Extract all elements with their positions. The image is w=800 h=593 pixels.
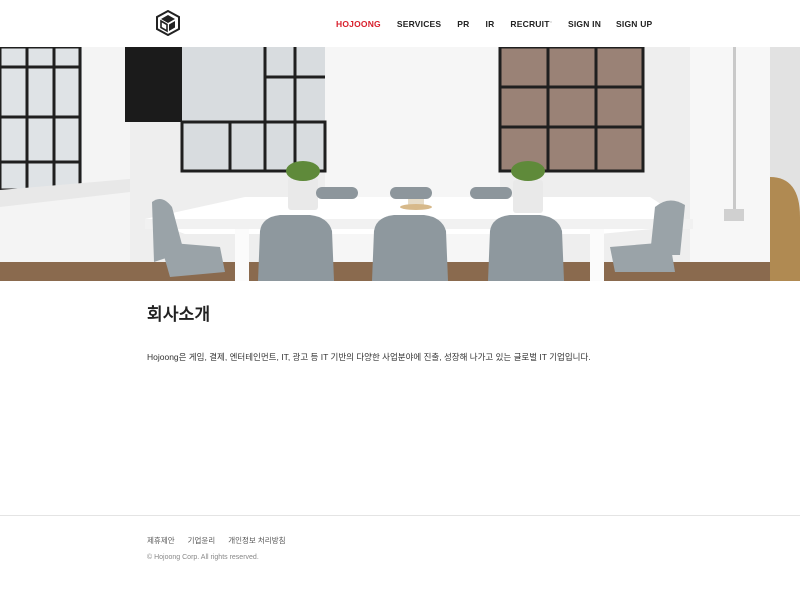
nav-item-ir[interactable]: IR: [486, 19, 495, 29]
nav-item-services[interactable]: SERVICES: [397, 19, 441, 29]
company-description: Hojoong은 게임, 결제, 엔터테인먼트, IT, 광고 등 IT 기반의…: [147, 352, 591, 362]
main-nav: HOJOONG SERVICES PR IR RECRUIT: [336, 0, 566, 47]
hojoong-logo-icon[interactable]: [156, 10, 180, 36]
footer-link-ethics[interactable]: 기업윤리: [188, 535, 216, 546]
nav-item-pr[interactable]: PR: [457, 19, 469, 29]
page-title: 회사소개: [147, 305, 211, 324]
meeting-room-illustration: [0, 47, 800, 281]
sign-in-link[interactable]: SIGN IN: [568, 19, 601, 29]
nav-item-hojoong[interactable]: HOJOONG: [336, 19, 381, 29]
copyright-text: © Hojoong Corp. All rights reserved.: [147, 554, 259, 561]
sign-up-link[interactable]: SIGN UP: [616, 19, 652, 29]
nav-divider: [550, 21, 552, 23]
hero-image: [0, 47, 800, 281]
footer-link-partnership[interactable]: 제휴제안: [147, 535, 175, 546]
nav-item-recruit[interactable]: RECRUIT: [510, 19, 549, 29]
footer-links: 제휴제안 기업윤리 개인정보 처리방침: [147, 535, 299, 546]
auth-nav: SIGN IN SIGN UP: [568, 0, 667, 47]
footer-link-privacy[interactable]: 개인정보 처리방침: [228, 535, 285, 546]
site-footer: 제휴제안 기업윤리 개인정보 처리방침 © Hojoong Corp. All …: [0, 515, 800, 593]
site-header: HOJOONG SERVICES PR IR RECRUIT SIGN IN S…: [0, 0, 800, 48]
main-content: 회사소개 Hojoong은 게임, 결제, 엔터테인먼트, IT, 광고 등 I…: [147, 300, 667, 363]
